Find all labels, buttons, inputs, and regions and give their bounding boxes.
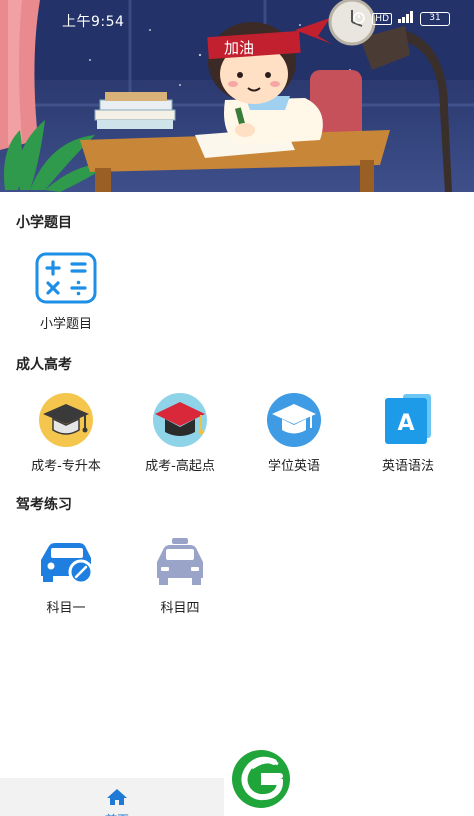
degree-cap-icon [263, 392, 325, 448]
car-icon [35, 534, 97, 590]
grid-item-degree-english[interactable]: 学位英语 [244, 392, 344, 474]
bottom-tab-bar: 首页 [0, 778, 224, 816]
status-time: 上午9:54 [62, 14, 125, 30]
math-operators-icon [35, 250, 97, 306]
section-title-adult-exam: 成人高考 [16, 357, 72, 373]
grid-item-label: 小学题目 [39, 317, 92, 332]
home-icon [106, 789, 128, 809]
grid-item-subject-one[interactable]: 科目一 [16, 534, 116, 616]
letter-a-book-icon: A [377, 392, 439, 448]
network-label: HD [372, 13, 392, 25]
headband-text: 加油 [224, 39, 254, 57]
grid-item-label: 学位英语 [267, 459, 320, 474]
graduation-cap-red-icon [149, 392, 211, 448]
grid-item-english-grammar[interactable]: A 英语语法 [358, 392, 458, 474]
section-title-primary-school: 小学题目 [16, 215, 72, 231]
signal-icon [398, 11, 414, 27]
grid-item-label: 英语语法 [381, 459, 434, 474]
grid-item-label: 成考-专升本 [31, 459, 101, 474]
header-banner: 加油 上午9:54 HD 31 [0, 0, 474, 192]
grid-item-label: 科目一 [46, 601, 86, 616]
alarm-icon [352, 10, 366, 28]
watermark-logo [230, 748, 292, 810]
taxi-icon [149, 534, 211, 590]
section-title-driving: 驾考练习 [16, 497, 72, 513]
svg-text:A: A [397, 411, 414, 436]
grid-item-primary-school[interactable]: 小学题目 [16, 250, 116, 332]
battery-indicator: 31 [420, 12, 450, 26]
grid-item-label: 成考-高起点 [145, 459, 215, 474]
app-screen: 加油 上午9:54 HD 31 小学题目 小学题目 成人高考 成考-专升本 成考… [0, 0, 474, 816]
grid-item-label: 科目四 [160, 601, 200, 616]
tab-home-label: 首页 [100, 811, 134, 816]
tab-home[interactable]: 首页 [100, 788, 134, 816]
status-bar: 上午9:54 HD 31 [0, 0, 474, 38]
status-icons: HD 31 [352, 10, 450, 28]
grid-item-high-school-entry[interactable]: 成考-高起点 [130, 392, 230, 474]
grid-item-upgrade-bachelor[interactable]: 成考-专升本 [16, 392, 116, 474]
graduation-cap-icon [35, 392, 97, 448]
grid-item-subject-four[interactable]: 科目四 [130, 534, 230, 616]
